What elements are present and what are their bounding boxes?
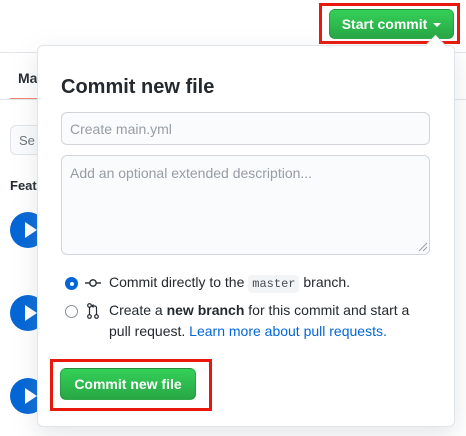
start-commit-label: Start commit bbox=[341, 16, 428, 32]
git-pull-request-icon bbox=[87, 303, 99, 324]
new-branch-label-line2: pull request. Learn more about pull requ… bbox=[109, 323, 387, 339]
commit-directly-radio[interactable] bbox=[65, 277, 78, 290]
triangle-down-icon bbox=[433, 23, 442, 27]
git-commit-icon bbox=[85, 276, 101, 295]
new-branch-label-line1: Create a new branch for this commit and … bbox=[109, 302, 410, 318]
panel-title: Commit new file bbox=[61, 76, 215, 98]
new-branch-radio[interactable] bbox=[65, 305, 78, 318]
commit-panel: Commit new file Commit directly to the m… bbox=[37, 34, 455, 427]
commit-directly-label: Commit directly to the master branch. bbox=[109, 274, 351, 293]
learn-more-link[interactable]: Learn more about pull requests. bbox=[189, 323, 387, 339]
commit-message-input[interactable] bbox=[61, 112, 430, 145]
tab-marketplace[interactable]: Ma bbox=[18, 70, 37, 86]
commit-description-textarea[interactable] bbox=[61, 155, 430, 255]
search-placeholder: Se bbox=[19, 133, 35, 148]
featured-heading: Feat bbox=[10, 178, 37, 193]
branch-name: master bbox=[248, 275, 300, 293]
resize-handle-icon[interactable] bbox=[416, 240, 428, 252]
commit-new-file-button[interactable]: Commit new file bbox=[60, 368, 196, 400]
